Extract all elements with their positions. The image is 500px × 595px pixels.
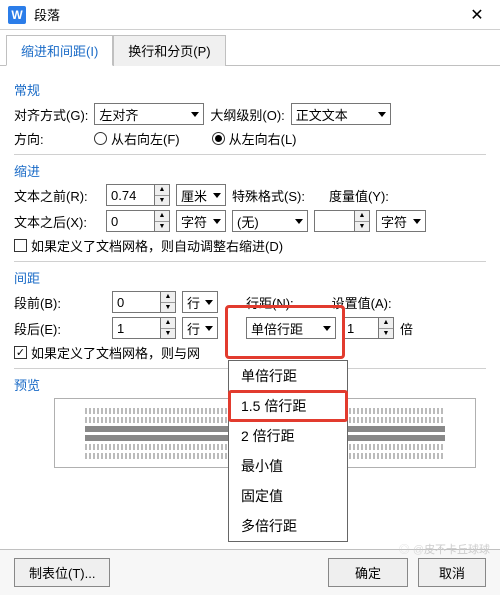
measure-input[interactable]: ▲▼ [314, 210, 370, 232]
snap-grid-label: 如果定义了文档网格，则与网 [31, 343, 200, 362]
snap-grid-checkbox[interactable]: ✓ 如果定义了文档网格，则与网 [14, 343, 200, 362]
after-para-label: 段后(E): [14, 319, 74, 338]
indent-after-value: 0 [106, 210, 154, 232]
chevron-down-icon [323, 326, 331, 331]
dropdown-option[interactable]: 2 倍行距 [229, 421, 347, 451]
align-value: 左对齐 [99, 105, 138, 124]
tab-indent-spacing[interactable]: 缩进和间距(I) [6, 35, 113, 66]
before-para-unit[interactable]: 行 [182, 291, 218, 313]
tabstops-button[interactable]: 制表位(T)... [14, 558, 110, 587]
after-para-unit[interactable]: 行 [182, 317, 218, 339]
spin-up-icon[interactable]: ▲ [379, 318, 393, 329]
spin-down-icon[interactable]: ▼ [155, 196, 169, 206]
titlebar: W 段落 ✕ [0, 0, 500, 30]
tab-line-pagebreak[interactable]: 换行和分页(P) [113, 35, 225, 66]
align-label: 对齐方式(G): [14, 105, 88, 124]
auto-adjust-label: 如果定义了文档网格，则自动调整右缩进(D) [31, 236, 283, 255]
window-title: 段落 [34, 5, 462, 24]
chevron-down-icon [295, 219, 303, 224]
spin-down-icon[interactable]: ▼ [161, 303, 175, 313]
tabs: 缩进和间距(I) 换行和分页(P) [0, 30, 500, 66]
spin-up-icon[interactable]: ▲ [155, 185, 169, 196]
spin-down-icon[interactable]: ▼ [161, 329, 175, 339]
radio-ltr-label: 从左向右(L) [229, 129, 297, 148]
before-para-label: 段前(B): [14, 293, 74, 312]
radio-rtl[interactable]: 从右向左(F) [94, 129, 180, 148]
section-general: 常规 [14, 80, 486, 99]
spin-up-icon[interactable]: ▲ [155, 211, 169, 222]
indent-after-label: 文本之后(X): [14, 212, 100, 231]
dropdown-option[interactable]: 最小值 [229, 451, 347, 481]
indent-before-label: 文本之前(R): [14, 186, 100, 205]
section-spacing: 间距 [14, 268, 486, 287]
direction-label: 方向: [14, 129, 88, 148]
indent-before-value: 0.74 [106, 184, 154, 206]
spin-up-icon[interactable]: ▲ [355, 211, 369, 222]
line-spacing-dropdown: 单倍行距 1.5 倍行距 2 倍行距 最小值 固定值 多倍行距 [228, 360, 348, 542]
outline-select[interactable]: 正文文本 [291, 103, 391, 125]
radio-icon [212, 132, 225, 145]
chevron-down-icon [413, 219, 421, 224]
special-format-label: 特殊格式(S): [232, 186, 305, 205]
measure-label: 度量值(Y): [329, 186, 389, 205]
chevron-down-icon [191, 112, 199, 117]
chevron-down-icon [213, 193, 221, 198]
cancel-button[interactable]: 取消 [418, 558, 486, 587]
auto-adjust-checkbox[interactable]: 如果定义了文档网格，则自动调整右缩进(D) [14, 236, 283, 255]
spin-down-icon[interactable]: ▼ [355, 222, 369, 232]
chevron-down-icon [205, 300, 213, 305]
outline-value: 正文文本 [296, 105, 348, 124]
indent-before-unit[interactable]: 厘米 [176, 184, 226, 206]
spin-up-icon[interactable]: ▲ [161, 292, 175, 303]
app-logo: W [8, 6, 26, 24]
measure-unit[interactable]: 字符 [376, 210, 426, 232]
watermark: ◎ @皮不卡丘球球 [399, 541, 490, 557]
set-value-label: 设置值(A): [332, 293, 392, 312]
line-spacing-select[interactable]: 单倍行距 [246, 317, 336, 339]
after-para-input[interactable]: 1 ▲▼ [112, 317, 176, 339]
indent-after-unit[interactable]: 字符 [176, 210, 226, 232]
spin-down-icon[interactable]: ▼ [379, 329, 393, 339]
set-value-input[interactable]: 1 ▲▼ [342, 317, 394, 339]
checkbox-icon [14, 239, 27, 252]
spin-down-icon[interactable]: ▼ [155, 222, 169, 232]
dropdown-option[interactable]: 单倍行距 [229, 361, 347, 391]
dropdown-option[interactable]: 固定值 [229, 481, 347, 511]
ok-button[interactable]: 确定 [328, 558, 408, 587]
special-format-select[interactable]: (无) [232, 210, 308, 232]
radio-icon [94, 132, 107, 145]
section-indent: 缩进 [14, 161, 486, 180]
checkbox-icon: ✓ [14, 346, 27, 359]
align-select[interactable]: 左对齐 [94, 103, 204, 125]
set-value-unit: 倍 [400, 319, 413, 338]
dropdown-option-highlighted[interactable]: 1.5 倍行距 [228, 390, 348, 422]
before-para-input[interactable]: 0 ▲▼ [112, 291, 176, 313]
radio-rtl-label: 从右向左(F) [111, 129, 180, 148]
indent-before-input[interactable]: 0.74 ▲▼ [106, 184, 170, 206]
radio-ltr[interactable]: 从左向右(L) [212, 129, 297, 148]
line-spacing-label: 行距(N): [246, 293, 294, 312]
spin-up-icon[interactable]: ▲ [161, 318, 175, 329]
chevron-down-icon [213, 219, 221, 224]
dropdown-option[interactable]: 多倍行距 [229, 511, 347, 541]
close-icon[interactable]: ✕ [462, 5, 492, 25]
chevron-down-icon [205, 326, 213, 331]
chevron-down-icon [378, 112, 386, 117]
outline-label: 大纲级别(O): [210, 105, 284, 124]
indent-after-input[interactable]: 0 ▲▼ [106, 210, 170, 232]
